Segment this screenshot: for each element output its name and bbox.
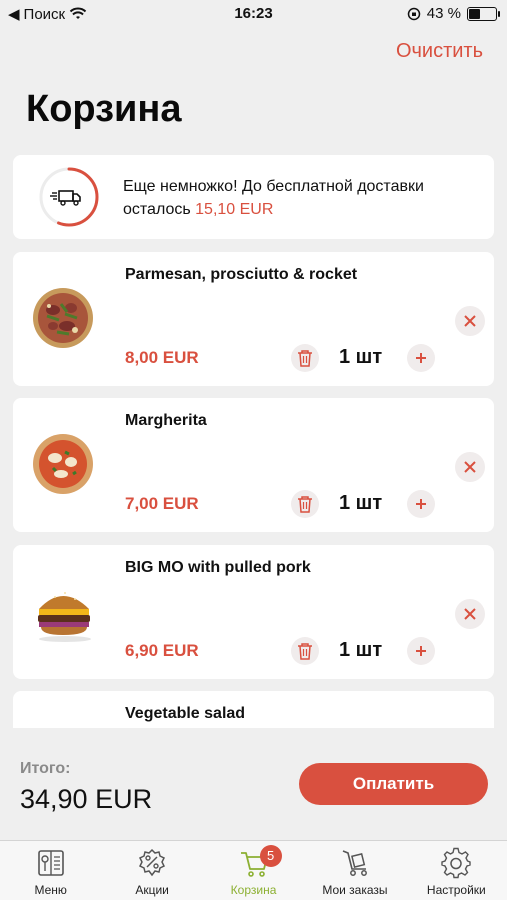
item-price: 7,00 EUR	[125, 494, 199, 513]
item-name: Margherita	[125, 412, 207, 429]
gear-icon	[441, 847, 472, 879]
item-quantity: 1 шт	[339, 346, 383, 368]
pizza-margherita-image	[33, 434, 93, 494]
clear-cart-button[interactable]: Очистить	[396, 40, 483, 63]
remove-item-button[interactable]	[455, 599, 485, 629]
close-icon	[464, 461, 476, 473]
item-name: BIG MO with pulled pork	[125, 559, 311, 576]
delivery-progress-ring	[39, 167, 99, 227]
tab-bar: Меню Акции 5 Корзина Мои заказы Настройк…	[0, 840, 507, 900]
delete-item-button[interactable]	[291, 344, 319, 372]
item-quantity: 1 шт	[339, 639, 383, 661]
menu-book-icon	[37, 850, 64, 876]
pay-button[interactable]: Оплатить	[299, 763, 488, 805]
battery-level	[469, 8, 480, 19]
remove-item-button[interactable]	[455, 306, 485, 336]
delivery-remaining-amount: 15,10 EUR	[195, 201, 274, 218]
item-price: 6,90 EUR	[125, 641, 199, 660]
total-label: Итого:	[20, 760, 71, 777]
item-price: 8,00 EUR	[125, 348, 199, 367]
delete-item-button[interactable]	[291, 637, 319, 665]
tab-settings[interactable]: Настройки	[406, 841, 507, 900]
cart-item: BIG MO with pulled pork 6,90 EUR 1 шт	[13, 545, 494, 679]
burger-image	[38, 592, 91, 642]
tab-label: Акции	[135, 883, 169, 897]
total-value: 34,90 EUR	[20, 784, 153, 814]
tab-cart[interactable]: 5 Корзина	[203, 841, 304, 900]
cart-item: Parmesan, prosciutto & rocket 8,00 EUR 1…	[13, 252, 494, 386]
plus-icon	[416, 499, 426, 509]
checkout-bar: Итого: 34,90 EUR Оплатить	[0, 728, 507, 838]
orders-trolley-icon	[342, 850, 367, 876]
delivery-message: Еще немножко! До бесплатной доставки ост…	[123, 175, 483, 221]
trash-icon	[298, 643, 312, 660]
trash-icon	[298, 496, 312, 513]
item-quantity: 1 шт	[339, 492, 383, 514]
cart-count-badge: 5	[259, 845, 282, 867]
item-name: Vegetable salad	[125, 705, 246, 722]
plus-icon	[416, 353, 426, 363]
tab-label: Корзина	[230, 883, 277, 897]
increase-quantity-button[interactable]	[407, 344, 435, 372]
tab-label: Меню	[34, 883, 67, 897]
increase-quantity-button[interactable]	[407, 490, 435, 518]
battery-percent: 43 %	[426, 5, 461, 22]
tab-menu[interactable]: Меню	[0, 841, 101, 900]
trash-icon	[298, 350, 312, 367]
pizza-prosciutto-image	[33, 288, 93, 348]
tab-label: Мои заказы	[322, 883, 388, 897]
delete-item-button[interactable]	[291, 490, 319, 518]
cart-item: Margherita 7,00 EUR 1 шт	[13, 398, 494, 532]
page-title: Корзина	[26, 88, 182, 130]
item-name: Parmesan, prosciutto & rocket	[125, 266, 358, 283]
close-icon	[464, 315, 476, 327]
tab-promotions[interactable]: Акции	[101, 841, 202, 900]
plus-icon	[416, 646, 426, 656]
increase-quantity-button[interactable]	[407, 637, 435, 665]
remove-item-button[interactable]	[455, 452, 485, 482]
discount-icon	[139, 848, 166, 877]
delivery-message-text: Еще немножко! До бесплатной доставки ост…	[123, 178, 424, 218]
free-delivery-banner: Еще немножко! До бесплатной доставки ост…	[13, 155, 494, 239]
orientation-lock-icon	[407, 7, 421, 20]
tab-label: Настройки	[426, 883, 486, 897]
close-icon	[464, 608, 476, 620]
tab-my-orders[interactable]: Мои заказы	[304, 841, 405, 900]
status-bar: ◀ Поиск 16:23 43 %	[0, 0, 507, 28]
delivery-truck-icon	[50, 190, 81, 206]
battery-icon	[467, 6, 500, 21]
